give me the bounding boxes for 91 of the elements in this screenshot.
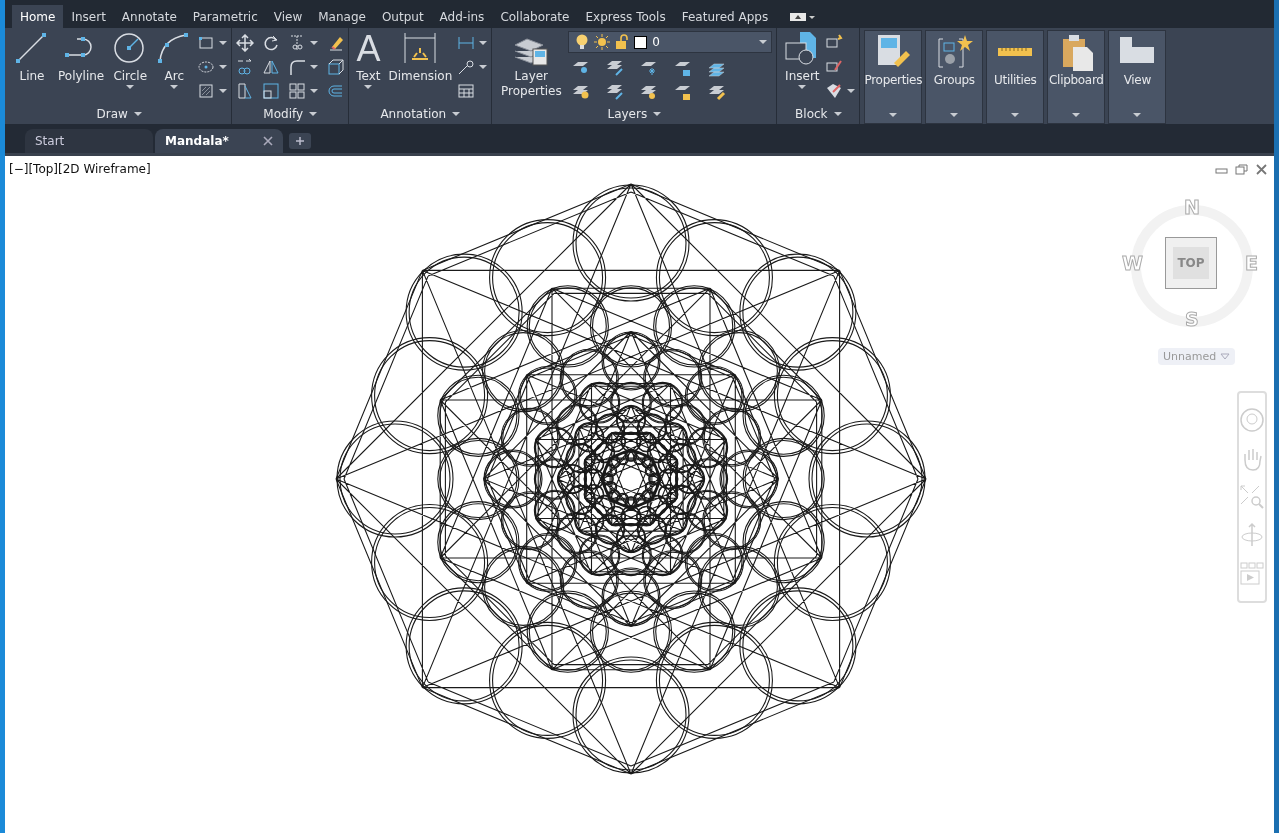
ribbon-tab[interactable]: Annotate — [113, 5, 185, 28]
ribbon-tab[interactable]: View — [265, 5, 311, 28]
caret-icon — [653, 112, 662, 116]
scale-icon[interactable] — [262, 82, 281, 100]
unlocked-padlock-icon — [615, 34, 630, 50]
ellipse-icon[interactable] — [197, 58, 216, 76]
color-swatch-icon — [634, 35, 648, 49]
viewport-controls-label[interactable]: [−][Top][2D Wireframe] — [9, 162, 151, 176]
collapsed-panel-button[interactable]: Clipboard — [1047, 30, 1106, 124]
ribbon-tool-button[interactable]: Polyline — [55, 31, 108, 103]
layer-on-icon[interactable] — [572, 83, 591, 101]
ribbon-tab[interactable]: Express Tools — [577, 5, 674, 28]
panel-title[interactable]: Draw — [11, 103, 228, 124]
table-icon[interactable] — [457, 82, 476, 100]
fillet-icon[interactable] — [288, 58, 307, 76]
ribbon-tab[interactable]: Manage — [310, 5, 374, 28]
ribbon-tab[interactable]: Collaborate — [492, 5, 578, 28]
caret-icon — [219, 41, 228, 45]
document-tab[interactable]: Mandala* — [155, 129, 283, 153]
rectangle-icon[interactable] — [197, 34, 216, 52]
layer-unlock-icon[interactable] — [674, 83, 693, 101]
ribbon-tool-button[interactable]: Arc — [153, 31, 196, 103]
ribbon-tool-button[interactable]: Line — [11, 31, 53, 103]
caret-icon — [759, 40, 768, 44]
caret-icon — [798, 85, 807, 89]
caret-icon — [452, 111, 461, 116]
panel-title[interactable]: Layers — [496, 104, 773, 124]
caret-icon — [310, 89, 319, 93]
ribbon-minimize-icon[interactable] — [790, 12, 817, 22]
lightbulb-icon — [575, 34, 590, 50]
collapsed-panel-button[interactable]: Groups — [925, 30, 984, 124]
caret-icon — [219, 89, 228, 93]
caret-icon — [889, 113, 898, 117]
layer-previous-icon[interactable] — [606, 83, 625, 101]
caret-icon — [219, 65, 228, 69]
layer-lock-icon[interactable] — [674, 59, 693, 77]
hatch-icon[interactable] — [197, 82, 216, 100]
document-tab[interactable]: Start — [25, 129, 153, 153]
stretch-icon[interactable] — [236, 82, 255, 100]
caret-icon — [950, 113, 959, 117]
rotate-icon[interactable] — [262, 34, 281, 52]
drawing-canvas[interactable]: [−][Top][2D Wireframe] N W TOP E S Unnamed — [5, 153, 1274, 833]
caret-icon — [847, 89, 856, 93]
layer-dropdown[interactable]: 0 — [568, 31, 773, 53]
caret-icon — [364, 85, 373, 89]
caret-icon — [1220, 353, 1231, 360]
close-icon[interactable] — [263, 136, 273, 146]
caret-icon — [1072, 113, 1081, 117]
collapsed-panel-button[interactable]: Utilities — [986, 30, 1045, 124]
ribbon-tab[interactable]: Home — [12, 5, 64, 28]
caret-icon — [479, 41, 488, 45]
close-icon[interactable] — [1255, 164, 1268, 175]
panel-title[interactable]: Block — [781, 103, 856, 124]
new-tab-icon[interactable] — [289, 133, 311, 149]
collapsed-panel-button[interactable]: View — [1108, 30, 1167, 124]
block-attribute-icon[interactable] — [825, 82, 844, 100]
panel-title[interactable]: Modify — [236, 103, 345, 124]
collapsed-panel-button[interactable]: Properties — [864, 30, 923, 124]
caret-icon — [310, 65, 319, 69]
leader-icon[interactable] — [457, 58, 476, 76]
ribbon-tool-button[interactable]: Layer Properties — [496, 31, 567, 104]
array-icon[interactable] — [288, 82, 307, 100]
ribbon-tab[interactable]: Add-ins — [431, 5, 493, 28]
panel-title[interactable]: Annotation — [353, 103, 488, 124]
offset-icon[interactable] — [326, 82, 345, 100]
move-icon[interactable] — [236, 34, 255, 52]
caret-icon — [309, 111, 318, 116]
ribbon-tool-button[interactable]: A Text — [353, 31, 384, 103]
layer-merge-icon[interactable] — [708, 83, 727, 101]
ribbon-tab[interactable]: Insert — [63, 5, 114, 28]
caret-icon — [1011, 113, 1020, 117]
layer-match-icon[interactable] — [606, 59, 625, 77]
groups-icon — [935, 33, 974, 71]
caret-icon — [133, 111, 142, 116]
caret-icon — [170, 85, 179, 89]
restore-icon[interactable] — [1235, 164, 1248, 175]
caret-icon — [479, 65, 488, 69]
ribbon-tab[interactable]: Output — [373, 5, 432, 28]
ribbon-tab[interactable]: Featured Apps — [673, 5, 777, 28]
caret-icon — [126, 85, 135, 89]
ribbon-tab[interactable]: Parametric — [184, 5, 266, 28]
ribbon-tool-button[interactable]: Insert — [781, 31, 824, 103]
box-icon[interactable] — [326, 58, 345, 76]
caret-icon — [1133, 113, 1142, 117]
mirror-icon[interactable] — [262, 58, 281, 76]
ribbon-tool-button[interactable]: Dimension — [385, 31, 456, 103]
sun-icon — [594, 34, 611, 50]
ribbon-tool-button[interactable]: Circle — [109, 31, 152, 103]
ruler-icon — [998, 48, 1033, 56]
caret-icon — [310, 41, 319, 45]
caret-icon — [833, 111, 842, 116]
